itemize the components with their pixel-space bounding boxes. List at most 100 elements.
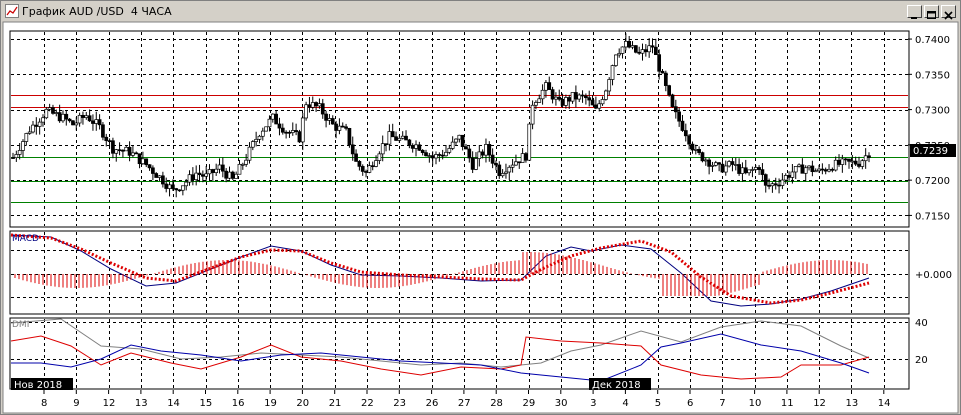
candle-body [237,163,242,175]
candle-body [414,144,418,149]
candle-body [104,136,109,141]
candle-body [457,134,462,140]
candle-body [577,94,582,100]
chart-area[interactable]: 0.74000.73500.73000.72500.72000.7150 891… [1,1,960,414]
candle-body [390,131,395,138]
candle-body [24,133,29,142]
candle-body [67,118,72,122]
candle-body [387,131,392,145]
candle-body [497,164,502,177]
candle-body [597,103,602,109]
candle-body [134,152,139,155]
candle-body [547,82,552,90]
x-tick-label: 21 [329,398,342,409]
candle-body [450,141,455,149]
candle-body [653,46,658,56]
candle-body [830,168,835,171]
candle-body [540,89,545,100]
candle-body [207,169,212,175]
x-tick-label: 26 [426,398,439,409]
candle-body [191,174,195,181]
candle-body [813,170,818,173]
x-tick-label: 3 [590,398,596,409]
candle-body [37,121,42,127]
candle-body [823,169,828,172]
candle-body [723,165,728,173]
x-tick-label: 12 [813,398,826,409]
candle-body [214,168,219,173]
candle-body [164,183,169,189]
candle-body [580,94,585,97]
candle-body [21,141,25,151]
dmi-tick-20: 20 [915,355,928,366]
candle-body [224,170,229,179]
candle-body [327,118,332,121]
candle-body [410,145,415,149]
candle-body [730,161,735,165]
candle-body [344,126,348,129]
candle-body [853,160,858,165]
candle-body [244,159,249,165]
candle-body [310,102,315,108]
candle-body [197,172,202,176]
candle-body [324,113,328,121]
candle-body [137,153,142,165]
candle-body [131,152,135,156]
candle-body [790,171,795,178]
candle-body [174,188,179,191]
candle-body [720,163,725,173]
candle-body [590,99,595,106]
x-tick-label: 10 [749,398,762,409]
candle-body [260,130,265,137]
candle-body [637,51,642,54]
candle-body [334,123,338,131]
candle-body [490,154,495,164]
x-tick-label: 28 [490,398,503,409]
candle-body [837,159,841,165]
candle-body [574,92,578,100]
candle-body [11,157,15,159]
candle-body [727,161,731,167]
candle-body [514,161,518,166]
candle-body [204,173,209,177]
candle-body [680,120,685,131]
candle-body [620,46,625,54]
candle-body [210,169,215,173]
candle-body [607,79,612,92]
candle-body [847,158,851,162]
candle-body [477,151,482,159]
candle-body [31,124,35,133]
candle-body [767,184,771,187]
candle-body [314,102,318,107]
x-tick-label: 14 [167,398,180,409]
candle-body [354,153,358,162]
candle-body [287,131,292,134]
candle-body [17,150,22,155]
x-tick-label: 20 [296,398,309,409]
candle-body [274,113,278,125]
candle-body [737,164,741,174]
candle-body [633,45,638,53]
month-label-dec: Дек 2018 [592,380,641,391]
candle-body [264,126,268,132]
candle-body [54,112,59,114]
candle-body [610,65,615,80]
candle-body [810,165,815,172]
month-label-nov: Нов 2018 [14,380,62,391]
candle-body [297,131,302,143]
candle-body [733,164,738,166]
candle-body [793,166,798,173]
candle-body [34,124,39,127]
candle-body [614,54,618,66]
candle-body [370,165,375,168]
candle-body [843,158,848,161]
candle-body [101,124,105,138]
candle-body [154,173,159,178]
candle-body [717,162,721,165]
candle-body [147,164,152,169]
candle-body [627,40,632,48]
candle-body [187,174,192,183]
dmi-pane [9,317,910,390]
candle-body [677,111,681,122]
candle-body [643,49,648,53]
